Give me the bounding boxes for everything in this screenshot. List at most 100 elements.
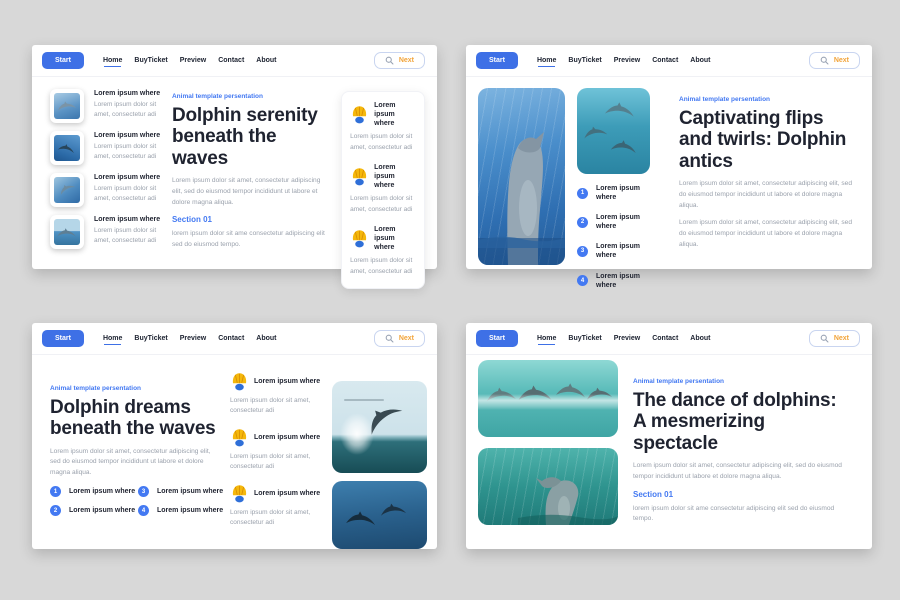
feature-item: Lorem ipsum where Lorem ipsum dolor sit … — [230, 427, 322, 473]
search-icon — [385, 334, 394, 343]
nav-item-preview[interactable]: Preview — [180, 335, 206, 342]
numbered-label: Lorem ipsum where — [596, 213, 651, 231]
dolphin-head-photo — [478, 448, 618, 525]
shell-icon — [350, 228, 369, 249]
slide-dolphin-serenity: Start Home BuyTicket Preview Contact Abo… — [32, 45, 437, 269]
numbered-item: 1 Lorem ipsum where — [577, 184, 651, 202]
nav-item-contact[interactable]: Contact — [218, 335, 244, 342]
section-text: lorem ipsum dolor sit ame consectetur ad… — [633, 504, 848, 526]
slide-title: Captivating flips and twirls: Dolphin an… — [679, 108, 861, 172]
dolphin-pod-photo — [478, 360, 618, 437]
numbered-item: 3Lorem ipsum where — [577, 242, 651, 260]
main-content: Animal template persentation Dolphin dre… — [50, 369, 222, 549]
template-preview-canvas: Start Home BuyTicket Preview Contact Abo… — [0, 0, 900, 600]
feature-desc: Lorem ipsum dolor sit amet, consectetur … — [230, 396, 322, 417]
list-item: Lorem ipsum whereLorem ipsum dolor sit a… — [50, 173, 172, 207]
photo-column — [478, 360, 618, 532]
shell-icon — [230, 427, 249, 448]
list-item-desc: Lorem ipsum dolor sit amet, consectetur … — [94, 100, 172, 121]
search-icon — [820, 334, 829, 343]
feature-desc: Lorem ipsum dolor sit amet, consectetur … — [350, 256, 416, 277]
dolphin-portrait-photo — [478, 88, 565, 265]
list-item-desc: Lorem ipsum dolor sit amet, consectetur … — [94, 226, 172, 247]
search-icon — [820, 56, 829, 65]
start-button[interactable]: Start — [42, 52, 84, 69]
list-item: Lorem ipsum whereLorem ipsum dolor sit a… — [50, 89, 172, 123]
slide-body: Lorem ipsum where Lorem ipsum dolor sit a… — [32, 77, 437, 289]
nav-item-about[interactable]: About — [256, 57, 276, 64]
section-label: Section 01 — [172, 215, 330, 224]
nav-item-buyticket[interactable]: BuyTicket — [134, 335, 167, 342]
numbered-item: 3Lorem ipsum where — [138, 486, 226, 497]
nav-item-buyticket[interactable]: BuyTicket — [134, 57, 167, 64]
next-button[interactable]: Next — [374, 330, 425, 347]
slide-body: Animal template persentation The dance o… — [466, 355, 872, 532]
numbered-label: Lorem ipsum where — [596, 242, 651, 260]
feature-item: Lorem ipsum where Lorem ipsum dolor sit … — [350, 163, 416, 215]
feature-title: Lorem ipsum where — [374, 101, 416, 128]
nav-item-home[interactable]: Home — [537, 57, 556, 64]
next-button[interactable]: Next — [809, 330, 860, 347]
nav-item-home[interactable]: Home — [537, 335, 556, 342]
numbered-label: Lorem ipsum where — [69, 506, 135, 515]
feature-title: Lorem ipsum where — [254, 433, 320, 442]
slide-dance-of-dolphins: Start Home BuyTicket Preview Contact Abo… — [466, 323, 872, 549]
body-paragraph: Lorem ipsum dolor sit amet, consectetur … — [633, 461, 848, 483]
start-button[interactable]: Start — [42, 330, 84, 347]
next-button[interactable]: Next — [809, 52, 860, 69]
nav-item-preview[interactable]: Preview — [180, 57, 206, 64]
nav-item-home[interactable]: Home — [103, 57, 122, 64]
secondary-column: 1Lorem ipsum where 2Lorem ipsum where 3L… — [577, 88, 651, 290]
nav-item-contact[interactable]: Contact — [652, 335, 678, 342]
feature-title: Lorem ipsum where — [254, 377, 320, 386]
feature-desc: Lorem ipsum dolor sit amet, consectetur … — [230, 452, 322, 473]
numbered-label: Lorem ipsum where — [596, 184, 651, 202]
nav-item-about[interactable]: About — [256, 335, 276, 342]
feature-title: Lorem ipsum where — [254, 489, 320, 498]
nav-item-contact[interactable]: Contact — [652, 57, 678, 64]
slide-body: 1Lorem ipsum where 2Lorem ipsum where 3L… — [466, 77, 872, 290]
dolphin-thumbnail — [50, 173, 84, 207]
list-item-desc: Lorem ipsum dolor sit amet, consectetur … — [94, 184, 172, 205]
body-paragraph: Lorem ipsum dolor sit amet, consectetur … — [679, 218, 861, 251]
eyebrow-label: Animal template persentation — [172, 93, 330, 100]
nav-item-buyticket[interactable]: BuyTicket — [568, 335, 601, 342]
dolphin-thumbnail — [50, 89, 84, 123]
eyebrow-label: Animal template persentation — [679, 96, 861, 103]
nav-item-home[interactable]: Home — [103, 335, 122, 342]
nav-item-preview[interactable]: Preview — [614, 57, 640, 64]
nav-item-contact[interactable]: Contact — [218, 57, 244, 64]
feature-desc: Lorem ipsum dolor sit amet, consectetur … — [350, 194, 416, 215]
slide-captivating-flips: Start Home BuyTicket Preview Contact Abo… — [466, 45, 872, 269]
shell-icon — [230, 371, 249, 392]
eyebrow-label: Animal template persentation — [50, 385, 222, 392]
nav-item-about[interactable]: About — [690, 57, 710, 64]
nav-item-buyticket[interactable]: BuyTicket — [568, 57, 601, 64]
main-content: Animal template persentation The dance o… — [633, 360, 848, 532]
start-button[interactable]: Start — [476, 330, 518, 347]
nav-item-preview[interactable]: Preview — [614, 335, 640, 342]
slide-title: The dance of dolphins: A mesmerizing spe… — [633, 390, 848, 454]
numbered-list: 1Lorem ipsum where 3Lorem ipsum where 2L… — [50, 486, 222, 516]
main-content: Animal template persentation Captivating… — [679, 88, 861, 290]
shell-icon — [230, 483, 249, 504]
number-badge: 1 — [577, 188, 588, 199]
number-badge: 4 — [577, 275, 588, 286]
main-content: Animal template persentation Dolphin ser… — [172, 87, 330, 289]
number-badge: 2 — [50, 505, 61, 516]
start-button[interactable]: Start — [476, 52, 518, 69]
nav-item-about[interactable]: About — [690, 335, 710, 342]
navbar: Start Home BuyTicket Preview Contact Abo… — [32, 45, 437, 77]
jumping-dolphin-photo — [332, 381, 427, 473]
next-button[interactable]: Next — [374, 52, 425, 69]
photo-column — [332, 369, 427, 549]
number-badge: 4 — [138, 505, 149, 516]
numbered-item: 4Lorem ipsum where — [138, 505, 226, 516]
feature-item: Lorem ipsum where Lorem ipsum dolor sit … — [230, 371, 322, 417]
feature-title: Lorem ipsum where — [374, 225, 416, 252]
navbar: Start Home BuyTicket Preview Contact Abo… — [32, 323, 437, 355]
shell-icon — [350, 104, 369, 125]
feature-column: Lorem ipsum where Lorem ipsum dolor sit … — [230, 369, 322, 549]
numbered-label: Lorem ipsum where — [157, 487, 223, 496]
feature-card: Lorem ipsum where Lorem ipsum dolor sit … — [341, 91, 425, 289]
